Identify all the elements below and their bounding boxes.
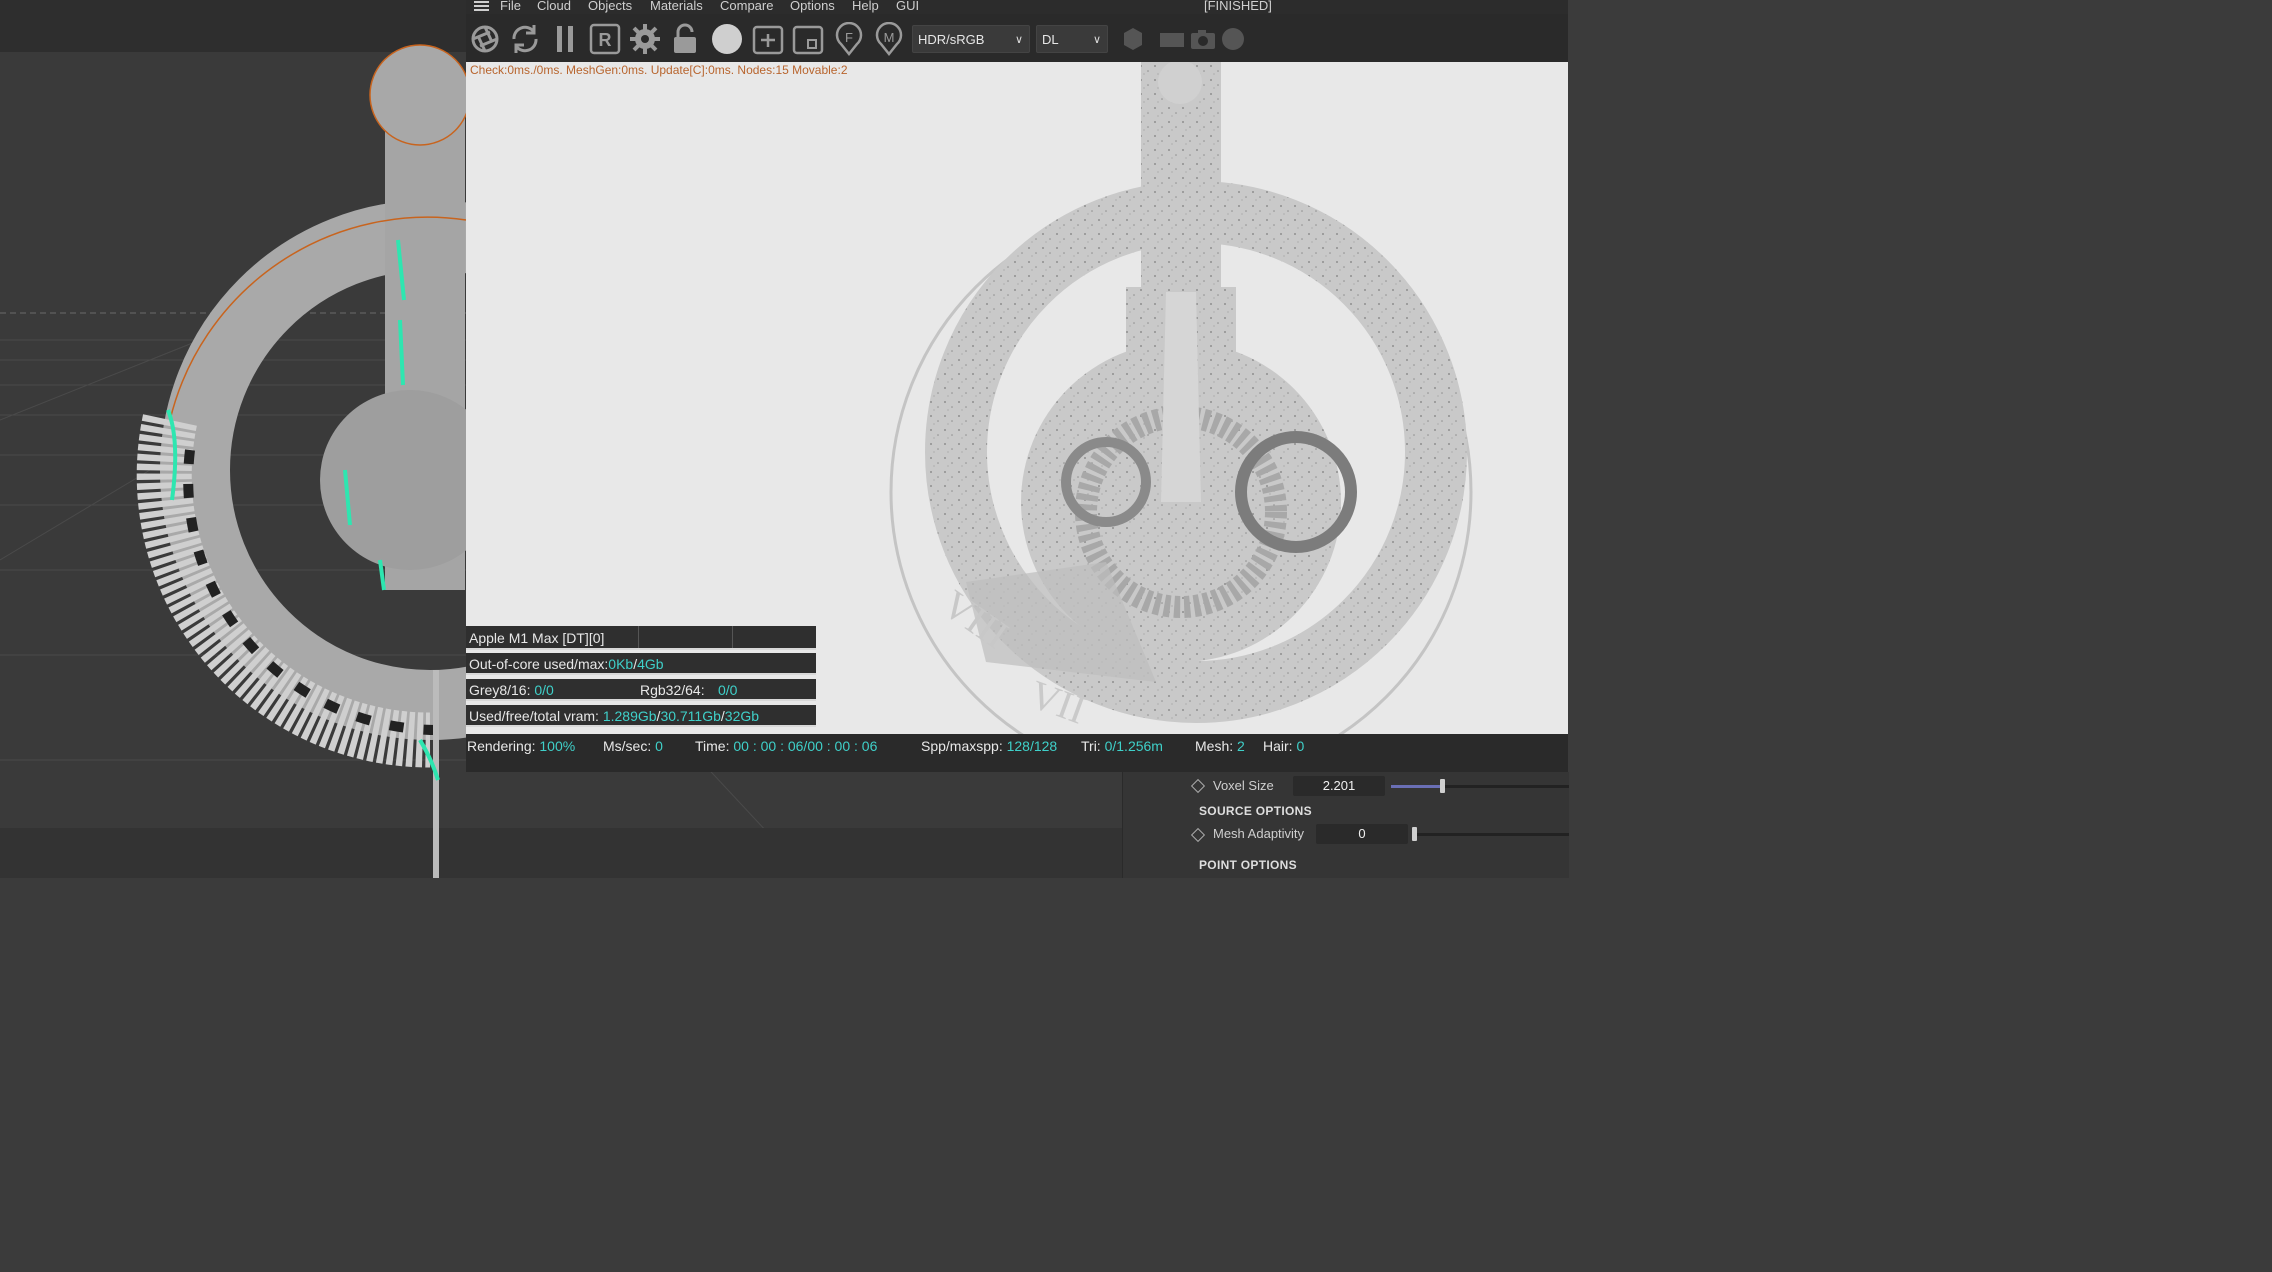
hexagon-icon[interactable] [1116, 22, 1150, 56]
keyframe-diamond-icon[interactable] [1190, 827, 1206, 843]
hamburger-menu-icon[interactable] [474, 1, 489, 11]
render-check-info: Check:0ms./0ms. MeshGen:0ms. Update[C]:0… [470, 63, 848, 77]
grey-label: Grey8/16: [469, 682, 531, 698]
svg-text:R: R [599, 30, 612, 50]
device-label: Apple M1 Max [DT][0] [469, 630, 605, 646]
voxel-size-slider-fill [1391, 785, 1442, 788]
svg-text:F: F [845, 30, 853, 45]
menu-options[interactable]: Options [790, 0, 835, 12]
menu-bar: File Cloud Objects Materials Compare Opt… [466, 0, 1568, 14]
out-of-core-label: Out-of-core used/max: [469, 656, 609, 672]
menu-cloud[interactable]: Cloud [537, 0, 571, 12]
lock-icon[interactable] [668, 22, 702, 56]
vram-total: 32Gb [724, 708, 760, 724]
tri-label: Tri: [1081, 738, 1101, 754]
vram-label: Used/free/total vram: [469, 708, 599, 724]
time-value: 00 : 00 : 06/00 : 00 : 06 [733, 738, 878, 754]
mesh-value: 2 [1237, 738, 1245, 754]
kernel-select[interactable]: DL ∨ [1036, 25, 1108, 53]
colorspace-select[interactable]: HDR/sRGB ∨ [912, 25, 1030, 53]
render-time: Time: 00 : 00 : 06/00 : 00 : 06 [695, 735, 877, 757]
rendering-progress: Rendering: 100% [467, 735, 575, 757]
voxel-size-slider-knob[interactable] [1440, 779, 1445, 793]
spp-label: Spp/maxspp: [921, 738, 1003, 754]
mesh-label: Mesh: [1195, 738, 1234, 754]
ms-value: 0 [655, 738, 663, 754]
sphere-icon[interactable] [710, 22, 744, 56]
chevron-down-icon: ∨ [1014, 34, 1023, 46]
mesh-adaptivity-label: Mesh Adaptivity [1213, 826, 1305, 841]
rgb-label: Rgb32/64: [640, 682, 705, 698]
render-window: File Cloud Objects Materials Compare Opt… [466, 0, 1568, 772]
mesh-adaptivity-field[interactable]: 0 [1316, 824, 1408, 844]
render-status-bar: Rendering: 100% Ms/sec: 0 Time: 00 : 00 … [466, 734, 1568, 772]
time-label: Time: [695, 738, 730, 754]
voxel-size-field[interactable]: 2.201 [1293, 776, 1385, 796]
rendering-value: 100% [539, 738, 576, 754]
render-toolbar: R F M HDR/sRGB ∨ DL ∨ [466, 14, 1568, 62]
spp-value: 128/128 [1006, 738, 1058, 754]
vram-used: 1.289Gb [602, 708, 657, 724]
menu-compare[interactable]: Compare [720, 0, 773, 12]
tri-value: 0/1.256m [1104, 738, 1163, 754]
render-viewport[interactable]: VIII VII Check:0ms./0ms. MeshGen:0ms. Up… [466, 62, 1568, 734]
gear-icon[interactable] [628, 22, 662, 56]
focus-f-icon[interactable]: F [832, 22, 866, 56]
ms-label: Ms/sec: [603, 738, 652, 754]
menu-materials[interactable]: Materials [650, 0, 703, 12]
film-icon[interactable] [1156, 22, 1190, 56]
out-of-core-max: 4Gb [637, 656, 664, 672]
refresh-icon[interactable] [508, 22, 542, 56]
keyframe-diamond-icon[interactable] [1190, 778, 1206, 794]
ms-per-sec: Ms/sec: 0 [603, 735, 663, 757]
attribute-panel: Voxel Size 2.201 SOURCE OPTIONS Mesh Ada… [1122, 772, 1569, 878]
vram-row: Used/free/total vram: 1.289Gb/30.711Gb/3… [466, 705, 816, 727]
colorspace-select-value: HDR/sRGB [918, 32, 985, 47]
menu-gui[interactable]: GUI [896, 0, 919, 12]
device-row: Apple M1 Max [DT][0] [466, 626, 816, 650]
mesh-count: Mesh: 2 [1195, 735, 1245, 757]
samples: Spp/maxspp: 128/128 [921, 735, 1057, 757]
pause-icon[interactable] [548, 22, 582, 56]
voxel-size-label: Voxel Size [1213, 778, 1274, 793]
region-r-icon[interactable]: R [588, 22, 622, 56]
add-frame-icon[interactable] [751, 22, 785, 56]
rendering-label: Rendering: [467, 738, 536, 754]
menu-objects[interactable]: Objects [588, 0, 632, 12]
hair-count: Hair: 0 [1263, 735, 1304, 757]
point-options-title: POINT OPTIONS [1199, 858, 1297, 872]
hair-value: 0 [1296, 738, 1305, 754]
circle-icon[interactable] [1216, 22, 1250, 56]
rgb-value: 0/0 [718, 682, 738, 698]
grey-value: 0/0 [534, 682, 554, 698]
vram-free: 30.711Gb [660, 708, 721, 724]
menu-file[interactable]: File [500, 0, 521, 12]
menu-help[interactable]: Help [852, 0, 879, 12]
frame-icon[interactable] [791, 22, 825, 56]
hair-label: Hair: [1263, 738, 1293, 754]
texture-row: Grey8/16: 0/0 Rgb32/64: 0/0 [466, 679, 816, 701]
mesh-adaptivity-slider-knob[interactable] [1412, 827, 1417, 841]
camera-icon[interactable] [1186, 22, 1220, 56]
voxel-size-row: Voxel Size 2.201 [1123, 775, 1569, 797]
svg-text:M: M [884, 30, 895, 45]
out-of-core-used: 0Kb [608, 656, 634, 672]
source-options-title: SOURCE OPTIONS [1199, 804, 1312, 818]
mesh-adaptivity-slider[interactable] [1414, 833, 1569, 836]
out-of-core-row: Out-of-core used/max:0Kb/4Gb [466, 653, 816, 675]
render-status: [FINISHED] [1204, 0, 1272, 13]
kernel-select-value: DL [1042, 32, 1059, 47]
mesh-adaptivity-row: Mesh Adaptivity 0 [1123, 824, 1569, 846]
chevron-down-icon: ∨ [1092, 34, 1101, 46]
aperture-icon[interactable] [468, 22, 502, 56]
triangles: Tri: 0/1.256m [1081, 735, 1163, 757]
material-m-icon[interactable]: M [872, 22, 906, 56]
